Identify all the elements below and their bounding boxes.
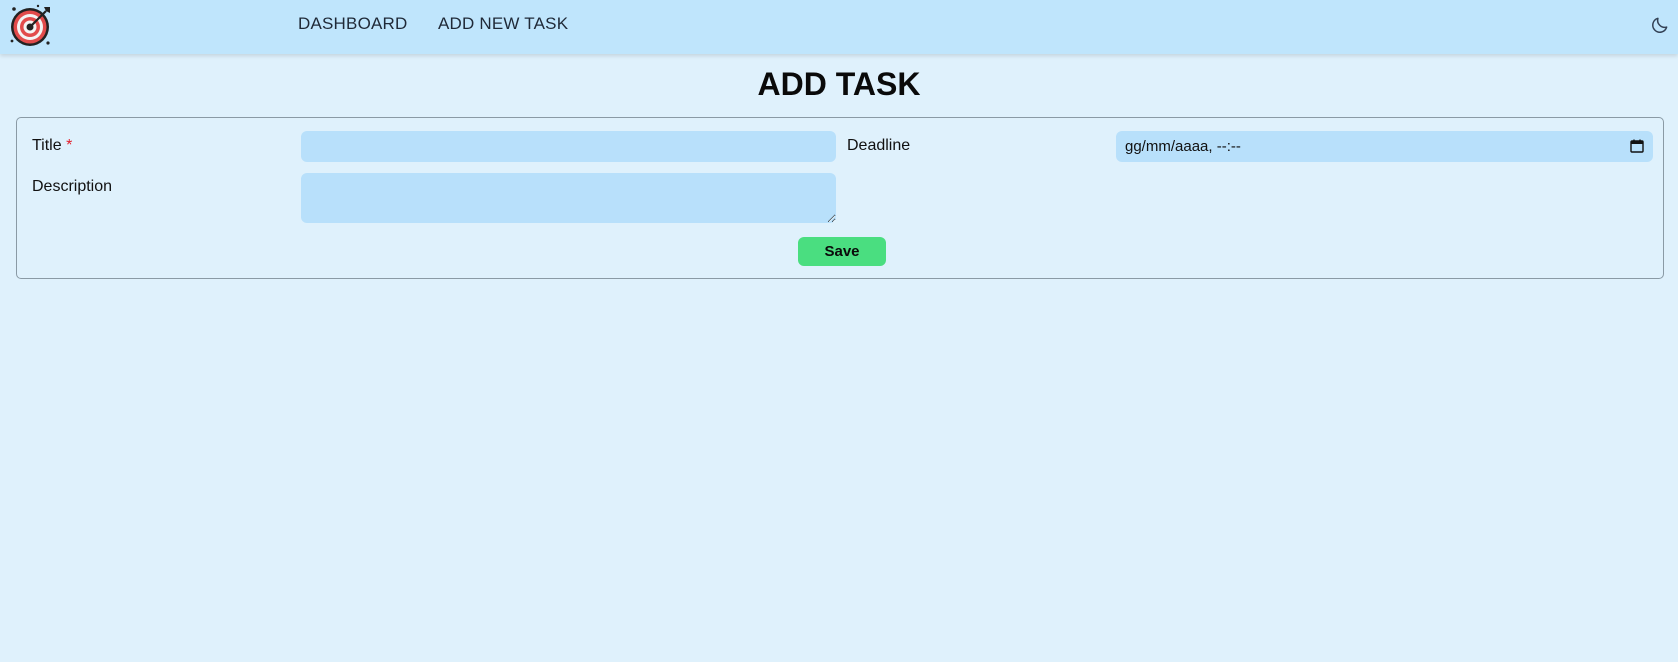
description-label: Description	[32, 178, 113, 195]
calendar-icon[interactable]	[1630, 139, 1644, 153]
top-navbar: DASHBOARD ADD NEW TASK	[0, 0, 1678, 54]
title-input[interactable]	[301, 131, 836, 162]
deadline-label: Deadline	[847, 137, 911, 154]
nav-add-new-task-link[interactable]: ADD NEW TASK	[438, 14, 568, 34]
save-button[interactable]: Save	[798, 237, 886, 266]
title-label-text: Title	[32, 137, 62, 154]
title-label: Title *	[32, 137, 72, 155]
target-icon[interactable]	[8, 3, 54, 49]
page-title: ADD TASK	[757, 66, 921, 102]
deadline-datetime-input[interactable]: gg/mm/aaaa, --:--	[1116, 131, 1653, 162]
required-marker: *	[66, 137, 73, 154]
description-textarea[interactable]	[301, 173, 836, 223]
deadline-placeholder: gg/mm/aaaa, --:--	[1125, 138, 1241, 155]
add-task-form: Title * Description Deadline gg/mm/aaaa,…	[16, 117, 1664, 279]
nav-dashboard-link[interactable]: DASHBOARD	[298, 14, 408, 34]
moon-icon[interactable]	[1650, 15, 1670, 35]
